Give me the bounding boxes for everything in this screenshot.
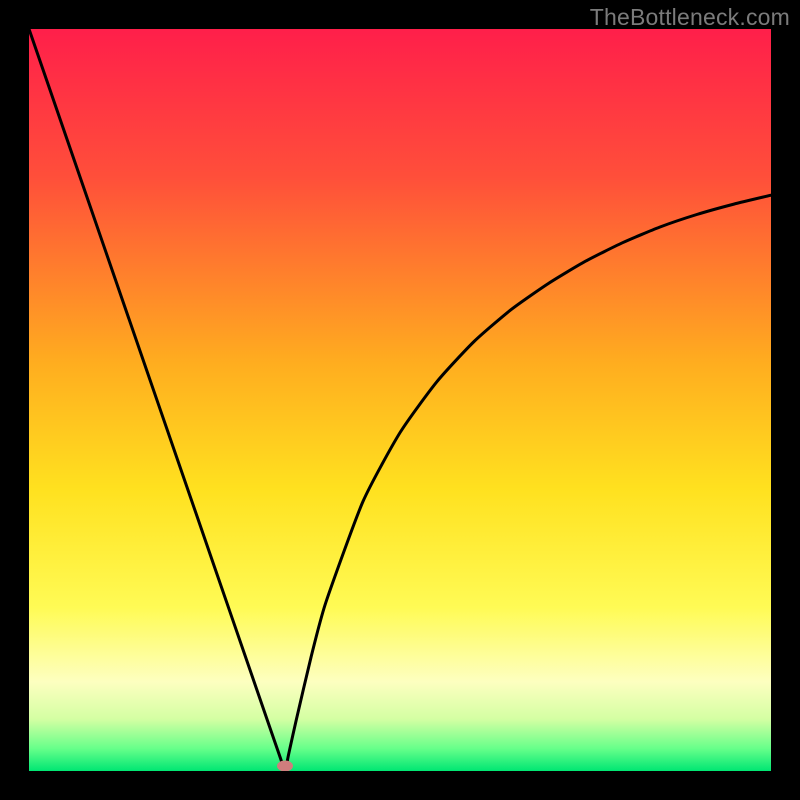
minimum-marker-icon xyxy=(277,761,293,772)
chart-frame: TheBottleneck.com xyxy=(0,0,800,800)
watermark: TheBottleneck.com xyxy=(590,4,790,31)
chart-svg xyxy=(29,29,771,771)
gradient-background xyxy=(29,29,771,771)
plot-area xyxy=(29,29,771,771)
